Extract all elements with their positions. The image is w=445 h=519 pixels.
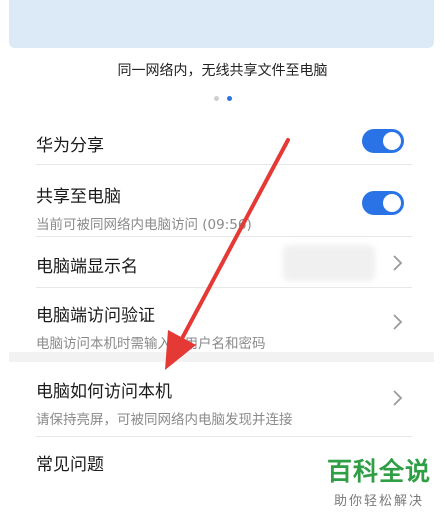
chevron-right-icon	[390, 313, 404, 331]
watermark-logo: 百科全说 助你轻松解决	[327, 452, 431, 509]
huawei-share-toggle[interactable]	[362, 129, 404, 153]
setting-share-to-pc-subtitle: 当前可被同网络内电脑访问 (09:56)	[36, 217, 252, 233]
setting-how-pc-access-subtitle: 请保持亮屏，可被同网络内电脑发现并连接	[36, 412, 293, 428]
setting-pc-access-verify-subtitle: 电脑访问本机时需输入的用户名和密码	[36, 336, 266, 352]
divider	[36, 287, 412, 288]
divider	[36, 164, 412, 165]
chevron-right-icon	[390, 389, 404, 407]
section-separator	[9, 352, 434, 362]
toggle-knob	[383, 132, 401, 150]
setting-huawei-share-title: 华为分享	[36, 136, 104, 156]
share-to-pc-toggle[interactable]	[362, 191, 404, 215]
setting-share-to-pc[interactable]: 共享至电脑 当前可被同网络内电脑访问 (09:56)	[36, 182, 412, 233]
watermark-subtitle: 助你轻松解决	[333, 494, 424, 509]
chevron-right-icon	[390, 254, 404, 272]
banner-caption: 同一网络内，无线共享文件至电脑	[117, 63, 328, 79]
top-banner	[9, 0, 434, 48]
page-indicator	[0, 96, 445, 101]
toggle-knob	[383, 194, 401, 212]
setting-how-pc-access-title: 电脑如何访问本机	[36, 382, 172, 402]
setting-how-pc-access[interactable]: 电脑如何访问本机 请保持亮屏，可被同网络内电脑发现并连接	[36, 377, 412, 428]
watermark-title: 百科全说	[326, 457, 431, 486]
divider	[36, 236, 412, 237]
page-dot-1[interactable]	[213, 96, 219, 101]
divider	[36, 436, 412, 437]
setting-pc-access-verify[interactable]: 电脑端访问验证 电脑访问本机时需输入的用户名和密码	[36, 301, 412, 352]
page-dot-2-active[interactable]	[226, 96, 232, 101]
blurred-device-name	[283, 245, 375, 281]
setting-huawei-share[interactable]: 华为分享	[36, 131, 412, 156]
setting-pc-access-verify-title: 电脑端访问验证	[36, 306, 155, 326]
setting-share-to-pc-title: 共享至电脑	[36, 187, 121, 207]
